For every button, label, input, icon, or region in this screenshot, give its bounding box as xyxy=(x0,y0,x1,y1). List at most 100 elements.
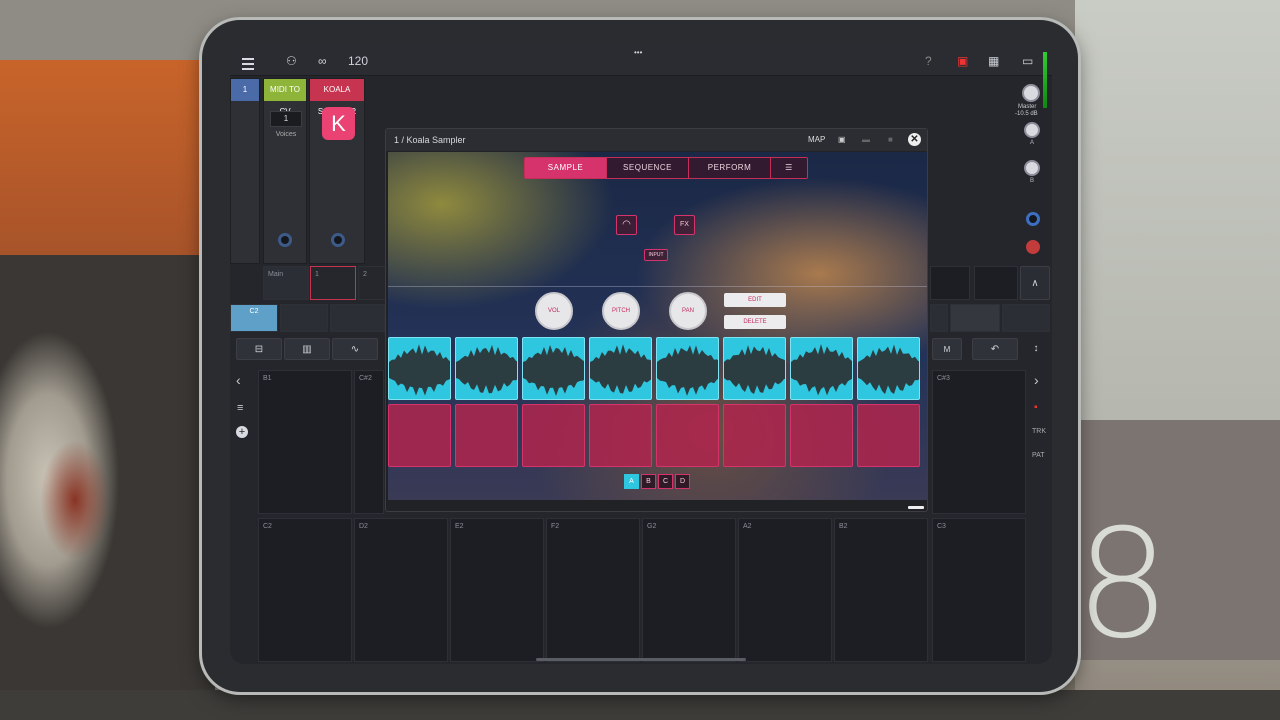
clip-empty[interactable] xyxy=(974,266,1018,300)
voices-value[interactable]: 1 xyxy=(270,111,302,127)
key-c3[interactable]: C3 xyxy=(932,518,1026,662)
master-knob[interactable] xyxy=(1022,84,1040,102)
track-mode-label[interactable]: TRK xyxy=(1032,428,1046,435)
sampler-tabs: SAMPLE SEQUENCE PERFORM ☰ xyxy=(524,157,808,179)
empty-pad[interactable] xyxy=(656,404,719,467)
bank-a-button[interactable]: A xyxy=(624,474,639,489)
key-c-sharp-2[interactable]: C#2 xyxy=(354,370,384,514)
pattern-c2[interactable]: C2 xyxy=(230,304,278,332)
loop-icon[interactable]: ∞ xyxy=(318,46,327,76)
pattern-empty[interactable] xyxy=(330,304,385,332)
chevron-left-icon[interactable]: ‹ xyxy=(236,372,241,388)
pattern-empty[interactable] xyxy=(1002,304,1050,332)
bank-c-button[interactable]: C xyxy=(658,474,673,489)
pattern-empty[interactable] xyxy=(280,304,328,332)
window-icon[interactable]: ▭ xyxy=(1022,46,1033,76)
vol-knob[interactable]: VOL xyxy=(535,292,573,330)
key-c-sharp-3[interactable]: C#3 xyxy=(932,370,1026,514)
bank-b-button[interactable]: B xyxy=(641,474,656,489)
delete-button[interactable]: DELETE xyxy=(724,315,786,329)
bank-d-button[interactable]: D xyxy=(675,474,690,489)
key-c2[interactable]: C2 xyxy=(258,518,352,662)
key-f2[interactable]: F2 xyxy=(546,518,640,662)
empty-pad[interactable] xyxy=(388,404,451,467)
input-button[interactable]: INPUT xyxy=(644,249,668,261)
clip-slot-1[interactable]: 1 xyxy=(310,266,356,300)
undo-icon[interactable]: ↶ xyxy=(972,338,1018,360)
empty-pad[interactable] xyxy=(522,404,585,467)
chevron-right-icon[interactable]: › xyxy=(1034,372,1039,388)
metronome-icon[interactable]: ⚇ xyxy=(286,46,297,76)
audio-port-icon[interactable] xyxy=(1026,212,1040,226)
tab-perform[interactable]: PERFORM xyxy=(689,158,771,178)
pattern-mode-label[interactable]: PAT xyxy=(1032,452,1045,459)
send-a-knob[interactable] xyxy=(1024,122,1040,138)
close-icon[interactable]: ✕ xyxy=(908,133,921,146)
send-b-knob[interactable] xyxy=(1024,160,1040,176)
key-b2[interactable]: B2 xyxy=(834,518,928,662)
sample-pad[interactable] xyxy=(455,337,518,400)
sample-pad[interactable] xyxy=(857,337,920,400)
map-button[interactable]: MAP xyxy=(808,129,825,151)
add-icon[interactable]: + xyxy=(236,426,248,438)
sample-pad[interactable] xyxy=(522,337,585,400)
sampler-menu-icon[interactable]: ☰ xyxy=(771,158,807,178)
tempo-display[interactable]: 120 xyxy=(348,46,368,76)
koala-sampler-column[interactable]: KOALA SAMPLER K xyxy=(309,78,365,264)
fx-button[interactable]: FX xyxy=(674,215,695,235)
mixer-view-icon[interactable]: ⊟ xyxy=(236,338,282,360)
headphones-icon[interactable]: ◠ xyxy=(616,215,637,235)
clip-empty[interactable] xyxy=(930,266,970,300)
menu-icon[interactable] xyxy=(242,46,256,76)
midi-to-cv-header: MIDI TO CV xyxy=(264,79,306,116)
maximize-icon[interactable]: ■ xyxy=(888,129,893,151)
key-g2[interactable]: G2 xyxy=(642,518,736,662)
collapse-up-icon[interactable]: ∧ xyxy=(1020,266,1050,300)
list-icon[interactable]: ≡ xyxy=(237,402,243,414)
help-icon[interactable]: ? xyxy=(925,46,932,76)
sample-pad[interactable] xyxy=(723,337,786,400)
grid-view-icon[interactable]: ▦ xyxy=(988,46,999,76)
key-d2[interactable]: D2 xyxy=(354,518,448,662)
sample-pad[interactable] xyxy=(388,337,451,400)
pitch-knob[interactable]: PITCH xyxy=(602,292,640,330)
window-mode-icon[interactable]: ▣ xyxy=(838,129,846,151)
pattern-empty[interactable] xyxy=(950,304,1000,332)
sample-pad[interactable] xyxy=(589,337,652,400)
track-number-column[interactable]: 1 xyxy=(230,78,260,264)
sample-pad[interactable] xyxy=(790,337,853,400)
clip-slot-2[interactable]: 2 xyxy=(358,266,386,300)
resize-vertical-icon[interactable]: ↕ xyxy=(1022,338,1050,360)
bars-view-icon[interactable]: ▥ xyxy=(284,338,330,360)
empty-pad[interactable] xyxy=(857,404,920,467)
tab-sequence[interactable]: SEQUENCE xyxy=(607,158,689,178)
empty-pad[interactable] xyxy=(723,404,786,467)
pan-knob[interactable]: PAN xyxy=(669,292,707,330)
record-icon[interactable]: ▣ xyxy=(957,46,968,76)
clip-main[interactable]: Main xyxy=(263,266,309,300)
edit-button[interactable]: EDIT xyxy=(724,293,786,307)
grid-small-icon[interactable]: ▪ xyxy=(1034,402,1038,413)
koala-logo[interactable]: K xyxy=(322,107,355,140)
more-options-icon[interactable]: ••• xyxy=(634,46,642,68)
key-b1[interactable]: B1 xyxy=(258,370,352,514)
key-a2[interactable]: A2 xyxy=(738,518,832,662)
key-e2[interactable]: E2 xyxy=(450,518,544,662)
empty-pad[interactable] xyxy=(455,404,518,467)
sampler-port-icon[interactable] xyxy=(331,233,345,247)
midi-to-cv-column[interactable]: MIDI TO CV 1 Voices xyxy=(263,78,307,264)
empty-pad[interactable] xyxy=(790,404,853,467)
send-a-label: A xyxy=(1030,140,1035,146)
sample-pad[interactable] xyxy=(656,337,719,400)
cv-port-icon[interactable] xyxy=(1026,240,1040,254)
window-resize-handle[interactable] xyxy=(908,506,924,509)
midi-port-icon[interactable] xyxy=(278,233,292,247)
automation-icon[interactable]: ∿ xyxy=(332,338,378,360)
pattern-empty[interactable] xyxy=(930,304,948,332)
mute-button[interactable]: M xyxy=(932,338,962,360)
top-toolbar: ⚇ ∞ 120 ••• ? ▣ ▦ ▭ xyxy=(230,46,1052,76)
waveform-icon xyxy=(456,344,517,394)
tab-sample[interactable]: SAMPLE xyxy=(525,158,607,178)
empty-pad[interactable] xyxy=(589,404,652,467)
minimize-icon[interactable]: ▬ xyxy=(862,129,870,151)
